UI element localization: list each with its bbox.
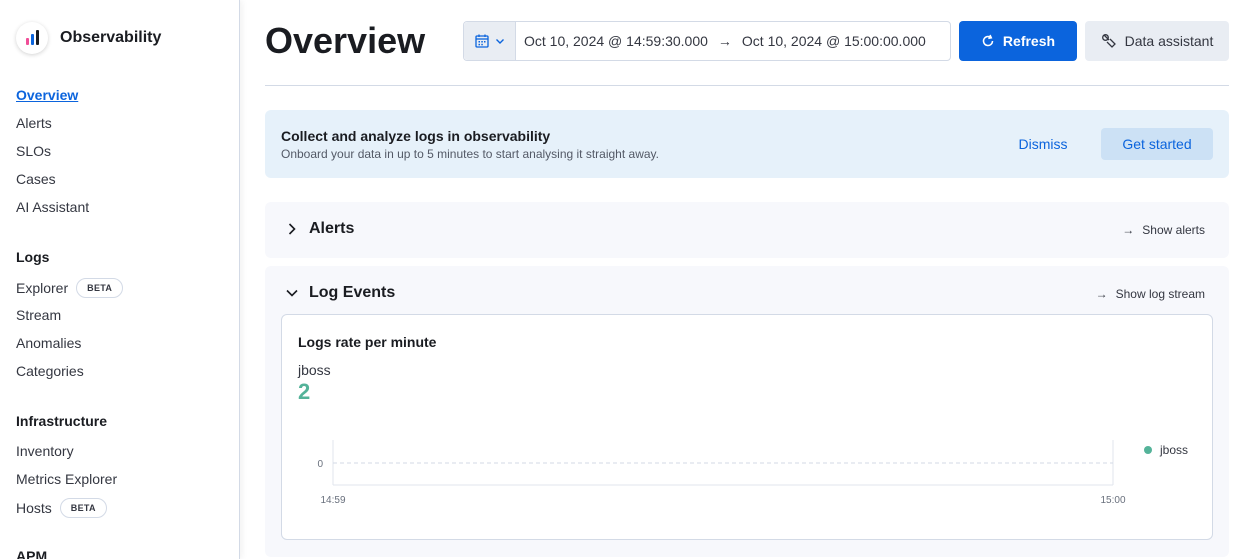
show-alerts-label: Show alerts (1142, 223, 1205, 237)
sidebar: Observability Overview Alerts SLOs Cases… (0, 0, 240, 559)
sidebar-item-stream[interactable]: Stream (16, 307, 61, 323)
sidebar-item-categories[interactable]: Categories (16, 363, 84, 379)
show-log-stream-link[interactable]: → Show log stream (1096, 287, 1205, 301)
data-assistant-button[interactable]: Data assistant (1085, 21, 1229, 61)
date-range-picker: Oct 10, 2024 @ 14:59:30.000 → Oct 10, 20… (463, 21, 951, 61)
legend-label: jboss (1160, 443, 1189, 457)
alerts-panel-toggle[interactable]: Alerts (285, 220, 354, 238)
wrench-icon (1101, 34, 1116, 48)
y-tick-label: 0 (317, 459, 323, 470)
x-tick-label: 15:00 (1100, 495, 1125, 506)
sidebar-item-slos[interactable]: SLOs (16, 143, 51, 159)
callout-title: Collect and analyze logs in observabilit… (281, 128, 551, 144)
arrow-right-icon: → (1122, 223, 1135, 237)
log-events-panel-toggle[interactable]: Log Events (285, 284, 395, 302)
sidebar-heading-infrastructure: Infrastructure (16, 413, 108, 429)
sidebar-item-metrics-explorer[interactable]: Metrics Explorer (16, 471, 117, 487)
sidebar-item-anomalies[interactable]: Anomalies (16, 335, 81, 351)
log-events-panel-title: Log Events (309, 284, 396, 301)
beta-badge: BETA (59, 498, 107, 518)
refresh-label: Refresh (1002, 33, 1056, 49)
beta-badge: BETA (76, 278, 124, 298)
header-divider (265, 85, 1229, 86)
show-log-stream-label: Show log stream (1115, 287, 1205, 301)
observability-logo-icon (16, 22, 48, 54)
chart-legend[interactable]: jboss (1144, 443, 1188, 457)
start-date-button[interactable]: Oct 10, 2024 @ 14:59:30.000 (524, 33, 708, 49)
legend-swatch (1144, 446, 1152, 454)
page-title: Overview (265, 20, 426, 61)
data-assistant-label: Data assistant (1124, 33, 1214, 49)
sidebar-item-inventory[interactable]: Inventory (16, 443, 74, 459)
logs-rate-chart-card: Logs rate per minute jboss 2 0 14:59 15:00… (281, 314, 1213, 540)
chevron-right-icon (288, 223, 296, 235)
alerts-panel: Alerts → Show alerts (265, 202, 1229, 258)
sidebar-item-label: Explorer (16, 280, 69, 296)
app-title: Observability (60, 29, 162, 46)
arrow-right-icon: → (717, 33, 732, 49)
sidebar-item-cases[interactable]: Cases (16, 171, 56, 187)
onboarding-callout: Collect and analyze logs in observabilit… (265, 110, 1229, 178)
x-tick-label: 14:59 (320, 495, 345, 506)
end-date-button[interactable]: Oct 10, 2024 @ 15:00:00.000 (742, 33, 926, 49)
quick-menu-button[interactable] (464, 22, 516, 60)
refresh-icon (982, 34, 994, 47)
logs-rate-chart: 0 14:59 15:00 (317, 440, 1126, 506)
alerts-panel-title: Alerts (309, 220, 355, 237)
brand[interactable]: Observability (16, 22, 161, 54)
sidebar-heading-logs: Logs (16, 249, 50, 265)
dismiss-button[interactable]: Dismiss (1002, 128, 1084, 160)
show-alerts-link[interactable]: → Show alerts (1122, 223, 1205, 237)
sidebar-item-hosts[interactable]: Hosts BETA (16, 498, 107, 518)
refresh-button[interactable]: Refresh (959, 21, 1077, 61)
chevron-down-icon (286, 289, 298, 297)
get-started-button[interactable]: Get started (1101, 128, 1213, 160)
arrow-right-icon: → (1095, 287, 1108, 301)
chevron-down-icon (495, 39, 504, 44)
sidebar-item-ai-assistant[interactable]: AI Assistant (16, 199, 89, 215)
sidebar-heading-apm: APM (16, 548, 48, 559)
sidebar-item-overview[interactable]: Overview (16, 87, 78, 103)
sidebar-item-explorer[interactable]: Explorer BETA (16, 278, 124, 298)
callout-description: Onboard your data in up to 5 minutes to … (281, 147, 659, 161)
sidebar-item-alerts[interactable]: Alerts (16, 115, 52, 131)
sidebar-item-label: Hosts (16, 500, 52, 516)
calendar-icon (474, 34, 489, 48)
